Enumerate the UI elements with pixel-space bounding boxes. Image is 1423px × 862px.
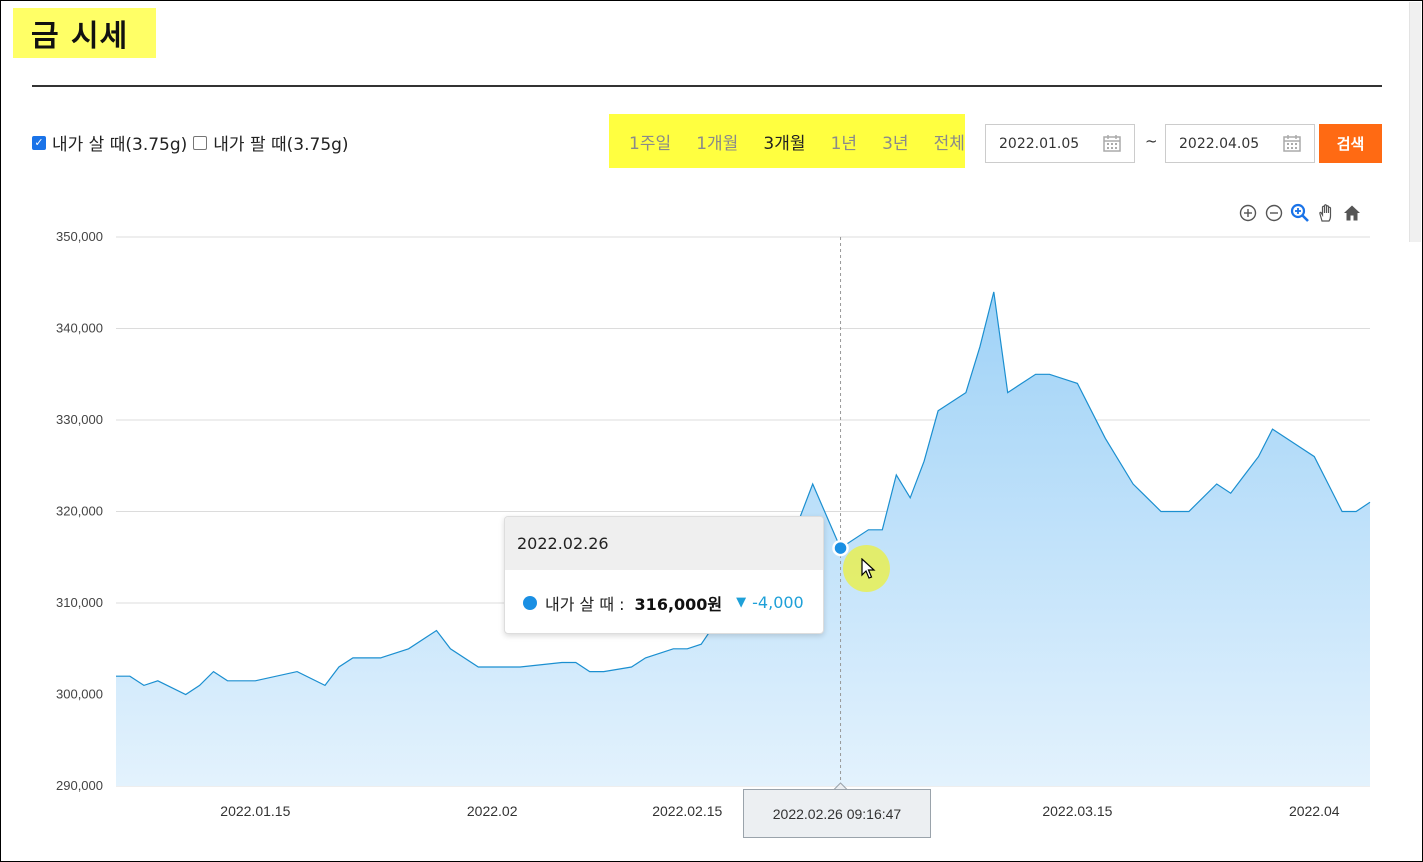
y-tick-label: 340,000 [56,321,103,336]
y-tick-label: 330,000 [56,412,103,427]
y-axis-ticks: 290,000 300,000 310,000 320,000 330,000 340,0… [56,229,103,793]
y-tick-label: 320,000 [56,504,103,519]
tooltip-value: 316,000원 [634,594,723,614]
y-tick-label: 310,000 [56,595,103,610]
crosshair-time-label: 2022.02.26 09:16:47 [743,789,931,838]
mouse-cursor-icon [861,558,876,579]
x-tick-label: 2022.04 [1289,803,1340,819]
x-tick-label: 2022.03.15 [1042,803,1112,819]
x-tick-label: 2022.02 [467,803,518,819]
y-tick-label: 290,000 [56,778,103,793]
tooltip-body: 내가 살 때 : 316,000원 ▼ -4,000 [505,570,823,633]
x-tick-label: 2022.01.15 [220,803,290,819]
highlighted-data-point[interactable] [832,539,849,557]
chart-tooltip: 2022.02.26 내가 살 때 : 316,000원 ▼ -4,000 [504,516,824,634]
tooltip-date: 2022.02.26 [505,517,823,570]
gold-price-chart[interactable]: 290,000 300,000 310,000 320,000 330,000 340,0… [0,0,1423,862]
y-tick-label: 350,000 [56,229,103,244]
series-marker-icon [523,595,537,610]
tooltip-diff: -4,000 [752,593,804,612]
down-triangle-icon: ▼ [736,595,747,610]
x-tick-label: 2022.02.15 [652,803,722,819]
tooltip-series-label: 내가 살 때 : [545,594,625,614]
y-tick-label: 300,000 [56,687,103,702]
